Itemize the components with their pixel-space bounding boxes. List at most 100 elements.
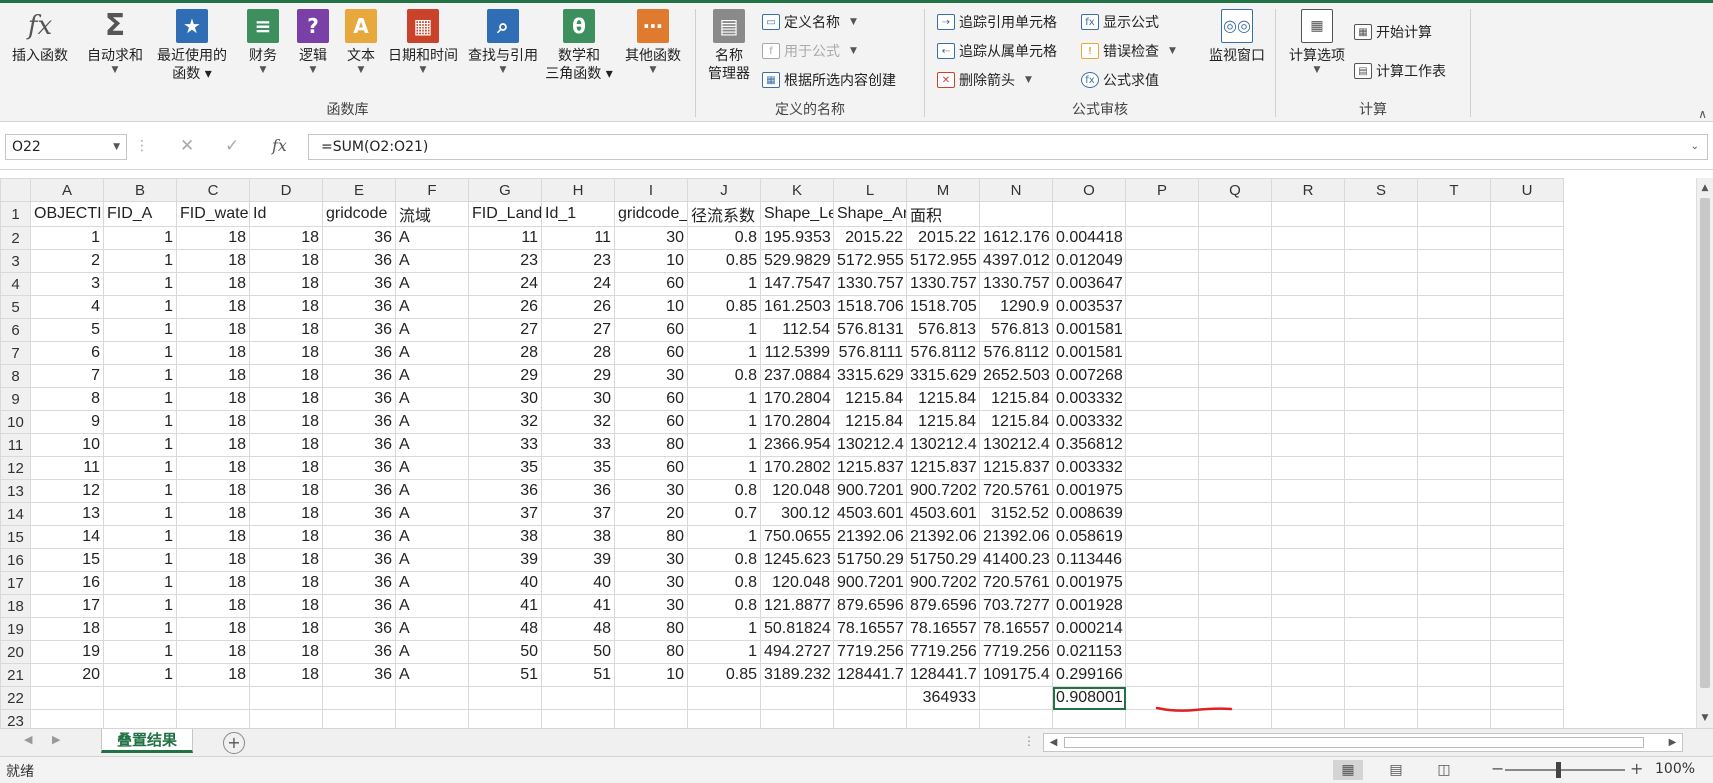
cell-G15[interactable]: 38 [468,525,542,549]
cell-G6[interactable]: 27 [468,318,542,342]
cell-I22[interactable] [614,686,688,710]
cell-M12[interactable]: 1215.837 [906,456,980,480]
cell-H7[interactable]: 28 [541,341,615,365]
cell-K6[interactable]: 112.54 [760,318,834,342]
cell-K7[interactable]: 112.5399 [760,341,834,365]
calculate-now-button[interactable]: ▦ 开始计算 [1354,21,1432,43]
zoom-out-icon[interactable]: − [1491,759,1504,778]
cell-R1[interactable] [1271,201,1345,227]
cell-A23[interactable] [30,709,104,728]
cell-H4[interactable]: 24 [541,272,615,296]
cell-B20[interactable]: 1 [103,640,177,664]
cell-S18[interactable] [1344,594,1418,618]
cell-S2[interactable] [1344,226,1418,250]
cell-T4[interactable] [1417,272,1491,296]
cell-J17[interactable]: 0.8 [687,571,761,595]
page-layout-view-icon[interactable]: ▤ [1381,760,1411,780]
cell-A16[interactable]: 15 [30,548,104,572]
cell-F16[interactable]: A [395,548,469,572]
cell-J9[interactable]: 1 [687,387,761,411]
cell-O22[interactable]: 0.908001 [1052,686,1126,710]
cell-M21[interactable]: 128441.7 [906,663,980,687]
cell-S15[interactable] [1344,525,1418,549]
cell-M15[interactable]: 21392.06 [906,525,980,549]
cell-M8[interactable]: 3315.629 [906,364,980,388]
cell-S21[interactable] [1344,663,1418,687]
cell-J19[interactable]: 1 [687,617,761,641]
row-header-12[interactable]: 12 [0,456,31,480]
cell-K8[interactable]: 237.0884 [760,364,834,388]
cell-F2[interactable]: A [395,226,469,250]
cell-E4[interactable]: 36 [322,272,396,296]
cell-N16[interactable]: 41400.23 [979,548,1053,572]
cell-K20[interactable]: 494.2727 [760,640,834,664]
cell-U9[interactable] [1490,387,1564,411]
cell-G10[interactable]: 32 [468,410,542,434]
cell-T3[interactable] [1417,249,1491,273]
cell-B13[interactable]: 1 [103,479,177,503]
column-header-T[interactable]: T [1417,178,1491,202]
cell-I3[interactable]: 10 [614,249,688,273]
cell-O3[interactable]: 0.012049 [1052,249,1126,273]
cell-L17[interactable]: 900.7201 [833,571,907,595]
cell-D2[interactable]: 18 [249,226,323,250]
cell-U2[interactable] [1490,226,1564,250]
cell-K1[interactable]: Shape_Ler [760,201,834,227]
cell-R4[interactable] [1271,272,1345,296]
cell-P4[interactable] [1125,272,1199,296]
cell-K18[interactable]: 121.8877 [760,594,834,618]
cell-U22[interactable] [1490,686,1564,710]
cell-E9[interactable]: 36 [322,387,396,411]
cell-T15[interactable] [1417,525,1491,549]
zoom-slider-thumb[interactable] [1556,762,1561,778]
cell-J23[interactable] [687,709,761,728]
row-header-7[interactable]: 7 [0,341,31,365]
cell-U8[interactable] [1490,364,1564,388]
name-box[interactable]: O22 ▼ [5,134,127,160]
cell-L12[interactable]: 1215.837 [833,456,907,480]
cell-N21[interactable]: 109175.4 [979,663,1053,687]
cell-G4[interactable]: 24 [468,272,542,296]
cell-J22[interactable] [687,686,761,710]
show-formulas-button[interactable]: fx 显示公式 [1081,11,1159,33]
cell-N13[interactable]: 720.5761 [979,479,1053,503]
cell-L10[interactable]: 1215.84 [833,410,907,434]
cell-O20[interactable]: 0.021153 [1052,640,1126,664]
cell-U17[interactable] [1490,571,1564,595]
cell-A14[interactable]: 13 [30,502,104,526]
cell-L4[interactable]: 1330.757 [833,272,907,296]
cell-I4[interactable]: 60 [614,272,688,296]
cell-C11[interactable]: 18 [176,433,250,457]
calculation-options-button[interactable]: ▦ 计算选项 ▼ [1284,9,1350,76]
cell-G2[interactable]: 11 [468,226,542,250]
cell-E23[interactable] [322,709,396,728]
cell-H21[interactable]: 51 [541,663,615,687]
cell-C23[interactable] [176,709,250,728]
cell-T22[interactable] [1417,686,1491,710]
formula-input[interactable]: =SUM(O2:O21) ⌄ [308,134,1708,160]
cell-P10[interactable] [1125,410,1199,434]
cell-S19[interactable] [1344,617,1418,641]
row-header-1[interactable]: 1 [0,201,31,227]
cell-B11[interactable]: 1 [103,433,177,457]
cell-Q11[interactable] [1198,433,1272,457]
cell-M10[interactable]: 1215.84 [906,410,980,434]
cell-N12[interactable]: 1215.837 [979,456,1053,480]
column-header-H[interactable]: H [541,178,615,202]
cell-H14[interactable]: 37 [541,502,615,526]
cell-K2[interactable]: 195.9353 [760,226,834,250]
cell-I11[interactable]: 80 [614,433,688,457]
cell-G20[interactable]: 50 [468,640,542,664]
cell-T20[interactable] [1417,640,1491,664]
trace-dependents-button[interactable]: ⇠ 追踪从属单元格 [937,40,1057,62]
cell-M18[interactable]: 879.6596 [906,594,980,618]
chevron-down-icon[interactable]: ▼ [113,135,120,159]
cell-Q20[interactable] [1198,640,1272,664]
cancel-icon[interactable]: ✕ [180,134,194,158]
cell-B3[interactable]: 1 [103,249,177,273]
cell-P14[interactable] [1125,502,1199,526]
cell-L1[interactable]: Shape_Are [833,201,907,227]
row-header-2[interactable]: 2 [0,226,31,250]
cell-J1[interactable]: 径流系数 [687,201,761,227]
create-from-selection-button[interactable]: ▦ 根据所选内容创建 [762,69,896,91]
